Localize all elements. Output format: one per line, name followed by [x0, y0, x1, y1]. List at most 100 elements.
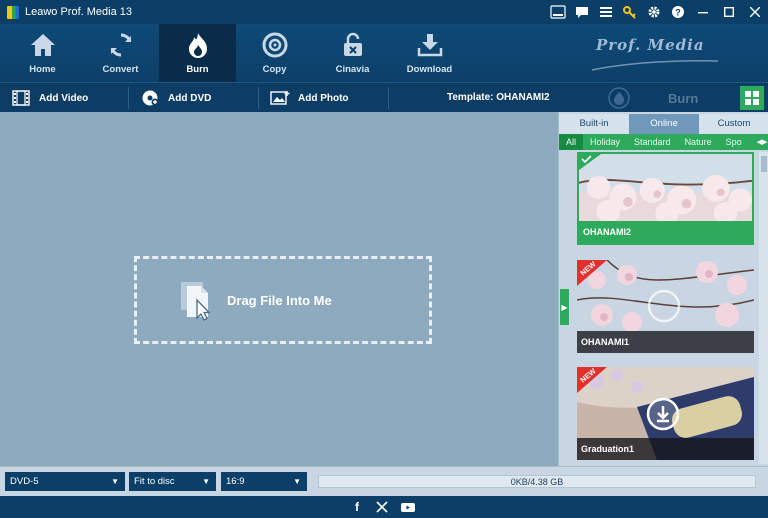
- brand-swoosh-icon: [591, 60, 719, 71]
- drag-file-icon: [181, 282, 211, 321]
- app-logo-icon: [7, 5, 19, 19]
- aspect-ratio-select[interactable]: 16:9 ▼: [221, 472, 307, 491]
- nav-copy-label: Copy: [262, 64, 287, 75]
- facebook-icon[interactable]: f: [350, 500, 364, 514]
- title-bar: Leawo Prof. Media 13 ?: [0, 0, 768, 24]
- gear-icon[interactable]: [642, 0, 666, 24]
- menu-icon[interactable]: [594, 0, 618, 24]
- tab-custom[interactable]: Custom: [699, 114, 768, 134]
- add-dvd-label: Add DVD: [168, 92, 212, 104]
- toolbar-divider: [258, 87, 259, 109]
- chevron-down-icon: ▼: [202, 477, 210, 486]
- nav-burn[interactable]: Burn: [159, 24, 236, 82]
- burn-flame-icon: [608, 87, 630, 109]
- nav-convert[interactable]: Convert: [82, 24, 159, 82]
- main-nav: Home Convert Burn Copy Cinavia Download …: [0, 24, 768, 82]
- download-icon: [415, 30, 445, 60]
- new-badge-icon: NEW: [577, 367, 607, 393]
- fit-mode-value: Fit to disc: [134, 476, 175, 487]
- nav-home[interactable]: Home: [4, 24, 81, 82]
- youtube-icon[interactable]: [401, 500, 415, 514]
- category-holiday[interactable]: Holiday: [583, 137, 627, 147]
- svg-text:?: ?: [675, 8, 681, 18]
- new-badge-icon: NEW: [577, 260, 607, 286]
- toolbar-divider: [128, 87, 129, 109]
- key-icon[interactable]: [618, 0, 642, 24]
- aspect-ratio-value: 16:9: [226, 476, 245, 487]
- chat-icon[interactable]: [570, 0, 594, 24]
- film-icon: [11, 89, 31, 107]
- amd-icon[interactable]: [546, 0, 570, 24]
- category-all[interactable]: All: [559, 134, 584, 150]
- panel-collapse-arrow-icon[interactable]: ▶: [560, 289, 569, 325]
- nav-cinavia-label: Cinavia: [335, 64, 370, 75]
- download-template-icon[interactable]: [646, 397, 680, 431]
- nav-home-label: Home: [29, 64, 56, 75]
- template-scrollbar[interactable]: [759, 152, 768, 464]
- add-video-button[interactable]: Add Video: [11, 83, 88, 113]
- tab-built-in[interactable]: Built-in: [559, 114, 629, 134]
- x-twitter-icon[interactable]: [375, 500, 389, 514]
- template-card-bar: OHANAMI1: [577, 331, 754, 353]
- category-sports[interactable]: Spo: [719, 137, 749, 147]
- template-card-ohanami1[interactable]: NEW OHANAMI1: [577, 260, 754, 353]
- burn-icon: [183, 30, 213, 60]
- nav-download[interactable]: Download: [391, 24, 468, 82]
- selected-check-icon: [579, 154, 601, 170]
- help-icon[interactable]: ?: [666, 0, 690, 24]
- add-video-label: Add Video: [39, 92, 89, 104]
- status-bar: DVD-5 ▼ Fit to disc ▼ 16:9 ▼ 0KB/4.38 GB: [0, 466, 768, 496]
- nav-download-label: Download: [406, 64, 453, 75]
- template-name: OHANAMI1: [581, 337, 630, 347]
- home-icon: [28, 30, 58, 60]
- nav-cinavia[interactable]: Cinavia: [314, 24, 391, 82]
- drop-zone-label: Drag File Into Me: [227, 292, 332, 308]
- disc-type-value: DVD-5: [10, 476, 39, 487]
- template-card-bar: Graduation1: [577, 438, 754, 460]
- disc-type-select[interactable]: DVD-5 ▼: [5, 472, 125, 491]
- scrollbar-thumb[interactable]: [761, 156, 767, 172]
- nav-burn-label: Burn: [186, 64, 209, 75]
- category-nature[interactable]: Nature: [678, 137, 719, 147]
- template-name: OHANAMI2: [583, 227, 632, 237]
- disc-capacity-bar: 0KB/4.38 GB: [318, 475, 756, 488]
- brand-logo: Prof. Media: [596, 36, 705, 54]
- file-drop-area[interactable]: Drag File Into Me: [0, 112, 558, 466]
- chevron-down-icon: ▼: [293, 477, 301, 486]
- toolbar-divider: [388, 87, 389, 109]
- cinavia-icon: [338, 30, 368, 60]
- copy-icon: [260, 30, 290, 60]
- burn-button[interactable]: Burn: [596, 83, 726, 113]
- add-dvd-button[interactable]: Add DVD: [140, 83, 211, 113]
- disc-icon: [140, 89, 160, 107]
- template-card-bar: OHANAMI2: [579, 221, 752, 243]
- template-source-tabs: Built-in Online Custom: [559, 114, 768, 134]
- add-photo-label: Add Photo: [298, 92, 349, 104]
- burn-button-label: Burn: [668, 91, 699, 106]
- template-grid-button[interactable]: [740, 86, 764, 110]
- nav-convert-label: Convert: [102, 64, 139, 75]
- close-icon[interactable]: [742, 0, 768, 24]
- add-photo-button[interactable]: Add Photo: [270, 83, 349, 113]
- category-scroll-arrows-icon[interactable]: ◀▶: [755, 134, 768, 150]
- app-title: Leawo Prof. Media 13: [25, 6, 133, 18]
- chevron-down-icon: ▼: [111, 477, 119, 486]
- convert-icon: [106, 30, 136, 60]
- template-panel: Built-in Online Custom All Holiday Stand…: [558, 112, 768, 466]
- minimize-icon[interactable]: [690, 0, 716, 24]
- category-standard[interactable]: Standard: [627, 137, 678, 147]
- photo-icon: [270, 89, 290, 107]
- nav-copy[interactable]: Copy: [236, 24, 313, 82]
- grid-icon: [745, 91, 759, 105]
- title-bar-controls: ?: [546, 0, 768, 24]
- burn-toolbar: Add Video Add DVD Add Photo Template: OH…: [0, 82, 768, 112]
- tab-online[interactable]: Online: [629, 114, 699, 134]
- template-card-ohanami2[interactable]: OHANAMI2: [577, 152, 754, 245]
- category-tabs: All Holiday Standard Nature Spo ◀▶: [559, 134, 768, 150]
- fit-mode-select[interactable]: Fit to disc ▼: [129, 472, 216, 491]
- template-card-graduation1[interactable]: NEW Graduation1: [577, 367, 754, 460]
- drop-zone[interactable]: Drag File Into Me: [134, 256, 432, 344]
- footer: f: [0, 496, 768, 518]
- maximize-icon[interactable]: [716, 0, 742, 24]
- template-label[interactable]: Template: OHANAMI2: [447, 92, 550, 103]
